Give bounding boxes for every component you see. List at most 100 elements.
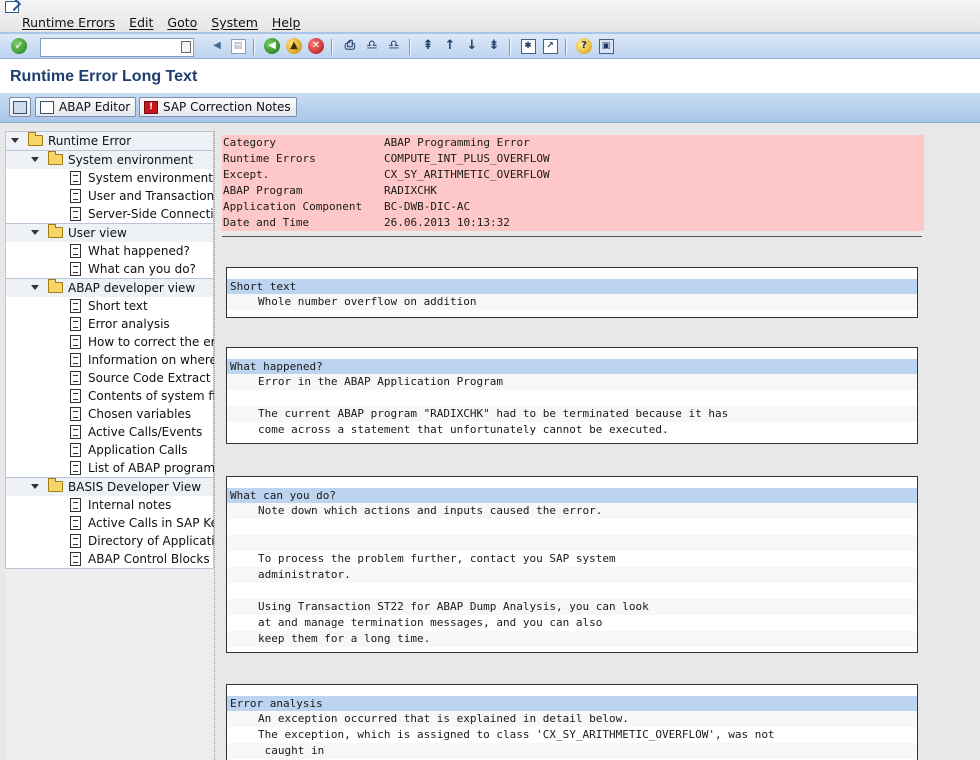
previous-page-icon: ↑ (444, 38, 456, 53)
box-title: Error analysis (227, 696, 917, 711)
tree-leaf-what-happened[interactable]: What happened? (6, 242, 213, 260)
document-icon (70, 207, 81, 221)
text-line: Error in the ABAP Application Program (227, 374, 917, 390)
next-page-button[interactable]: ↓ (463, 37, 481, 55)
back-button[interactable]: ◀ (263, 37, 281, 55)
first-page-button[interactable]: ⇞ (419, 37, 437, 55)
previous-page-button[interactable]: ↑ (441, 37, 459, 55)
tree-leaf-information-on-where[interactable]: Information on where t (6, 351, 214, 369)
help-question-icon: ? (576, 38, 592, 54)
tree-node-abap-developer-view[interactable]: ABAP developer view (6, 278, 213, 297)
application-toolbar: ABAP Editor ! SAP Correction Notes (0, 93, 980, 123)
tree-leaf-application-calls[interactable]: Application Calls (6, 441, 213, 459)
menu-runtime-errors[interactable]: Runtime Errors (22, 15, 115, 30)
collapse-icon[interactable] (30, 482, 39, 491)
document-icon (70, 425, 81, 439)
tree-node-runtime-error[interactable]: Runtime Error (6, 131, 213, 150)
tree-leaf-what-can-you-do[interactable]: What can you do? (6, 260, 213, 278)
document-icon (70, 353, 81, 367)
cancel-button[interactable]: ✕ (307, 37, 325, 55)
menu-system[interactable]: System (211, 15, 258, 30)
notes-icon: ! (144, 100, 158, 114)
error-analysis-box: Error analysis An exception occurred tha… (226, 684, 918, 760)
error-header-table: Category ABAP Programming Error Runtime E… (222, 135, 924, 231)
tree-leaf-source-code-extract[interactable]: Source Code Extract (6, 369, 213, 387)
tree-leaf-system-environment[interactable]: System environment (6, 169, 213, 187)
first-page-icon: ⇞ (422, 38, 434, 53)
new-session-icon: ✱ (520, 38, 536, 54)
text-line (227, 390, 917, 406)
tree-leaf-active-calls-in-sap-kernel[interactable]: Active Calls in SAP Kern (6, 514, 214, 532)
collapse-icon[interactable] (30, 228, 39, 237)
tree-leaf-directory-of-application[interactable]: Directory of Application (6, 532, 214, 550)
tree-node-basis-developer-view[interactable]: BASIS Developer View (6, 477, 213, 496)
header-row: Application Component BC-DWB-DIC-AC (222, 199, 924, 215)
text-line: An exception occurred that is explained … (227, 711, 917, 727)
collapse-icon[interactable] (10, 136, 19, 145)
save-button[interactable]: ▤ (229, 37, 247, 55)
exit-button[interactable]: ▲ (285, 37, 303, 55)
help-button[interactable]: ? (575, 37, 593, 55)
document-icon (70, 189, 81, 203)
tree-leaf-how-to-correct[interactable]: How to correct the err (6, 333, 214, 351)
title-bar: Runtime Error Long Text (0, 59, 980, 94)
menu-help[interactable]: Help (272, 15, 301, 30)
tree-leaf-chosen-variables[interactable]: Chosen variables (6, 405, 213, 423)
text-line: caught in (227, 743, 917, 759)
tree-leaf-list-of-abap-programs[interactable]: List of ABAP programs a (6, 459, 214, 477)
create-shortcut-button[interactable]: ↗ (541, 37, 559, 55)
box-title: What happened? (227, 359, 917, 374)
tree-node-system-environment[interactable]: System environment (6, 150, 213, 169)
long-text-area[interactable]: Category ABAP Programming Error Runtime E… (222, 131, 980, 760)
header-row: ABAP Program RADIXCHK (222, 183, 924, 199)
tree-leaf-active-calls-events[interactable]: Active Calls/Events (6, 423, 213, 441)
command-input[interactable] (43, 40, 173, 55)
find-next-button[interactable]: ♎ (385, 37, 403, 55)
collapse-arrow-button[interactable]: ◀ (208, 37, 226, 55)
toolbar-separator (253, 39, 255, 55)
document-icon (70, 335, 81, 349)
tree-node-user-view[interactable]: User view (6, 223, 213, 242)
tree-leaf-contents-of-system-fields[interactable]: Contents of system fiel (6, 387, 214, 405)
sap-correction-notes-label: SAP Correction Notes (163, 100, 291, 114)
menu-goto[interactable]: Goto (167, 15, 197, 30)
tree-leaf-error-analysis[interactable]: Error analysis (6, 315, 213, 333)
sap-window-icon[interactable] (5, 1, 19, 13)
enter-button[interactable]: ✓ (10, 37, 28, 55)
header-row: Date and Time 26.06.2013 10:13:32 (222, 215, 924, 231)
text-line: To process the problem further, contact … (258, 552, 616, 565)
text-line: keep them for a long time. (227, 631, 917, 647)
command-field[interactable] (40, 38, 194, 57)
document-icon (70, 389, 81, 403)
tree-leaf-user-and-transaction[interactable]: User and Transaction (6, 187, 214, 205)
checkmark-icon: ✓ (11, 38, 27, 54)
new-session-button[interactable]: ✱ (519, 37, 537, 55)
menu-bar: Runtime Errors Edit Goto System Help (0, 0, 980, 32)
menu-edit[interactable]: Edit (129, 15, 153, 30)
text-line: Whole number overflow on addition (227, 294, 917, 310)
last-page-button[interactable]: ⇟ (485, 37, 503, 55)
tree-leaf-internal-notes[interactable]: Internal notes (6, 496, 213, 514)
customize-layout-button[interactable]: ▣ (597, 37, 615, 55)
folder-icon (48, 478, 63, 492)
text-line: The exception, which is assigned to clas… (258, 728, 775, 741)
tree-leaf-short-text[interactable]: Short text (6, 297, 213, 315)
tree-leaf-abap-control-blocks[interactable]: ABAP Control Blocks (C (6, 550, 214, 568)
display-object-button[interactable] (9, 97, 31, 117)
header-row: Runtime Errors COMPUTE_INT_PLUS_OVERFLOW (222, 151, 924, 167)
header-row: Category ABAP Programming Error (222, 135, 924, 151)
shortcut-icon: ↗ (542, 38, 558, 54)
text-line: come across a statement that unfortunate… (258, 423, 669, 436)
command-history-icon[interactable] (181, 41, 191, 53)
print-button[interactable]: ⎙ (341, 37, 359, 55)
sap-correction-notes-button[interactable]: ! SAP Correction Notes (139, 97, 297, 117)
document-icon (70, 461, 81, 475)
page-title: Runtime Error Long Text (10, 68, 198, 85)
collapse-icon[interactable] (30, 155, 39, 164)
abap-editor-button[interactable]: ABAP Editor (35, 97, 137, 117)
tree-leaf-server-side-connection[interactable]: Server-Side Connection (6, 205, 214, 223)
binoculars-plus-icon: ♎ (388, 38, 400, 53)
find-button[interactable]: ♎ (363, 37, 381, 55)
box-title: What can you do? (227, 488, 917, 503)
collapse-icon[interactable] (30, 283, 39, 292)
